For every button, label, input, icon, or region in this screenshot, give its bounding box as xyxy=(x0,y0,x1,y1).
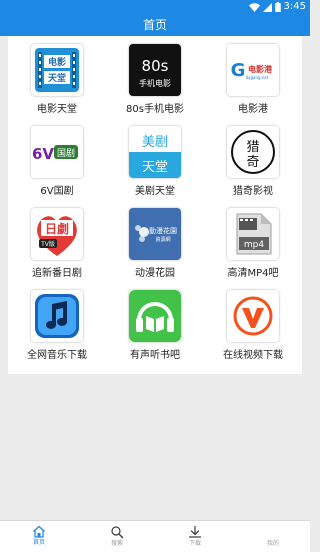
movie-port-logo-line1: 电影港 xyxy=(248,64,273,74)
app-label: 电影港 xyxy=(238,104,268,115)
app-label: 电影天堂 xyxy=(37,104,77,115)
6v-logo-line2: 国剧 xyxy=(57,148,75,159)
hd-mp4-icon: mp4 xyxy=(227,208,279,260)
nav-profile[interactable]: 我的 xyxy=(234,521,312,552)
nav-label: 首页 xyxy=(32,539,45,546)
app-tile-audiobook[interactable]: 有声听书吧 xyxy=(106,282,204,362)
app-label: 美剧天堂 xyxy=(135,186,175,197)
app-label: 6V国剧 xyxy=(40,186,74,197)
jp-drama-icon: 日劇 TV版 xyxy=(31,208,83,260)
mp4-logo-line1: mp4 xyxy=(244,240,264,250)
app-grid: 电影 天堂 电影天堂 80s 手机电影 80s手机电影 G 电影港 dygang… xyxy=(8,36,302,374)
app-tile-lieqi-video[interactable]: 猎 奇 猎奇影视 xyxy=(204,118,302,198)
80s-movie-icon: 80s 手机电影 xyxy=(129,44,181,96)
svg-text:G: G xyxy=(231,60,246,81)
us-drama-logo-line2: 天堂 xyxy=(142,160,168,175)
app-tile-movie-port[interactable]: G 电影港 dygang.net 电影港 xyxy=(204,36,302,116)
status-icons: 3:45 xyxy=(248,1,306,13)
app-tile-80s-movie[interactable]: 80s 手机电影 80s手机电影 xyxy=(106,36,204,116)
us-drama-logo-line1: 美剧 xyxy=(142,135,168,150)
nav-home[interactable]: 首页 xyxy=(0,521,78,552)
movie-heaven-logo-line2: 天堂 xyxy=(48,72,66,84)
app-tile-us-drama-heaven[interactable]: 美剧 天堂 美剧天堂 xyxy=(106,118,204,198)
jp-drama-logo-line2: TV版 xyxy=(40,240,55,248)
music-download-icon xyxy=(31,290,83,342)
battery-icon xyxy=(274,2,281,12)
app-label: 高清MP4吧 xyxy=(227,268,279,279)
wifi-icon xyxy=(248,2,260,12)
app-bar: 首页 xyxy=(0,14,310,36)
profile-icon xyxy=(266,525,280,539)
movie-port-logo-line2: dygang.net xyxy=(246,75,269,80)
audiobook-icon xyxy=(129,290,181,342)
status-bar: 3:45 xyxy=(0,0,310,14)
app-label: 猎奇影视 xyxy=(233,186,273,197)
app-label: 80s手机电影 xyxy=(126,104,184,115)
app-tile-music-download[interactable]: 全网音乐下载 xyxy=(8,282,106,362)
lieqi-logo-line1: 猎 xyxy=(246,140,259,155)
6v-drama-icon: 6V 国剧 xyxy=(31,126,83,178)
video-download-icon xyxy=(227,290,279,342)
lieqi-logo-line2: 奇 xyxy=(246,154,259,170)
bottom-nav: 首页 搜索 下载 我的 xyxy=(0,520,310,552)
6v-logo-line1: 6V xyxy=(32,145,54,163)
us-drama-heaven-icon: 美剧 天堂 xyxy=(129,126,181,178)
nav-download[interactable]: 下载 xyxy=(156,521,234,552)
app-tile-movie-heaven[interactable]: 电影 天堂 电影天堂 xyxy=(8,36,106,116)
status-time: 3:45 xyxy=(283,1,306,12)
signal-icon xyxy=(262,2,272,12)
nav-label: 我的 xyxy=(266,540,279,547)
nav-search[interactable]: 搜索 xyxy=(78,521,156,552)
app-label: 有声听书吧 xyxy=(130,350,180,361)
download-icon xyxy=(188,525,202,538)
nav-label: 搜索 xyxy=(110,540,123,547)
app-tile-6v-drama[interactable]: 6V 国剧 6V国剧 xyxy=(8,118,106,198)
movie-heaven-icon: 电影 天堂 xyxy=(31,44,83,96)
app-label: 追新番日剧 xyxy=(32,268,82,279)
app-tile-hd-mp4[interactable]: mp4 高清MP4吧 xyxy=(204,200,302,280)
search-icon xyxy=(111,526,124,539)
app-label: 在线视频下载 xyxy=(223,350,283,361)
nav-label: 下载 xyxy=(188,540,201,547)
80s-logo-line2: 手机电影 xyxy=(139,78,171,88)
anime-garden-icon: 動漫花園 資源網 xyxy=(129,208,181,260)
jp-drama-logo-line1: 日劇 xyxy=(45,221,69,236)
anime-logo-line1: 動漫花園 xyxy=(149,226,177,235)
app-tile-video-download[interactable]: 在线视频下载 xyxy=(204,282,302,362)
home-icon xyxy=(33,525,45,538)
movie-heaven-logo-line1: 电影 xyxy=(48,56,66,68)
page-title: 首页 xyxy=(142,18,167,32)
movie-port-icon: G 电影港 dygang.net xyxy=(227,44,279,96)
app-tile-jp-drama[interactable]: 日劇 TV版 追新番日剧 xyxy=(8,200,106,280)
80s-logo-line1: 80s xyxy=(142,57,169,75)
anime-logo-line2: 資源網 xyxy=(155,236,170,243)
app-label: 动漫花园 xyxy=(135,268,175,279)
app-label: 全网音乐下载 xyxy=(27,350,87,361)
lieqi-video-icon: 猎 奇 xyxy=(227,126,279,178)
app-tile-anime-garden[interactable]: 動漫花園 資源網 动漫花园 xyxy=(106,200,204,280)
